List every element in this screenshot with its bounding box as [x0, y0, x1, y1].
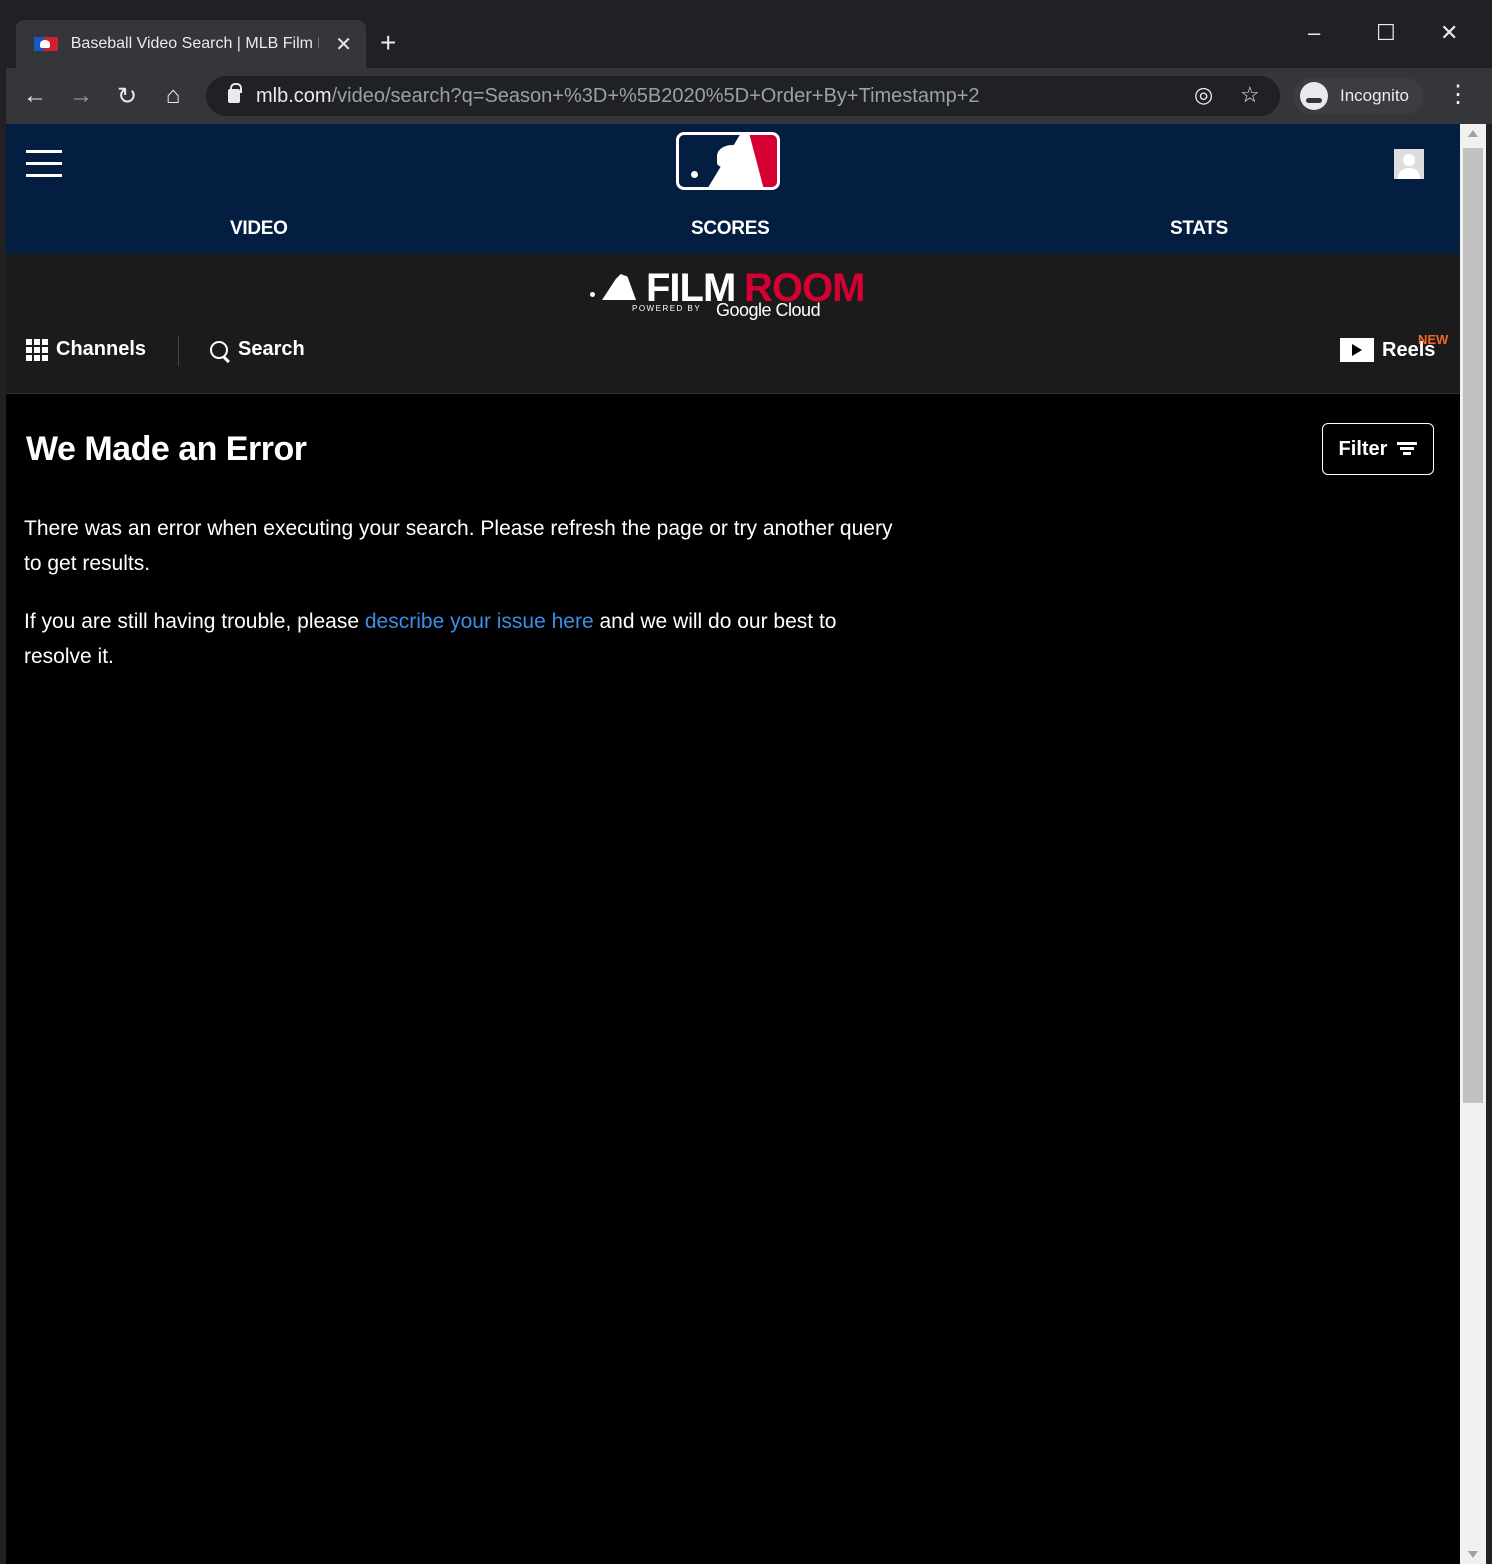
mlb-logo[interactable] — [676, 132, 780, 190]
close-icon[interactable]: ✕ — [1440, 20, 1458, 46]
subnav-divider — [178, 336, 179, 366]
address-bar[interactable]: mlb.com/video/search?q=Season+%3D+%5B202… — [206, 76, 1280, 116]
grid-icon — [26, 338, 48, 361]
film-room-bar: FILM ROOM POWERED BY Google Cloud — [6, 254, 1460, 394]
incognito-icon — [1300, 82, 1328, 110]
forward-arrow-icon[interactable]: → — [58, 82, 104, 110]
batter-icon — [602, 274, 636, 300]
scroll-up-icon[interactable] — [1468, 130, 1478, 137]
powered-by-label: POWERED BY — [632, 304, 702, 313]
incognito-label: Incognito — [1340, 86, 1409, 105]
channels-button[interactable]: Channels — [26, 338, 146, 361]
help-text-before: If you are still having trouble, please — [24, 610, 365, 633]
reels-icon — [1340, 338, 1374, 362]
new-badge: NEW — [1418, 332, 1449, 347]
home-icon[interactable]: ⌂ — [150, 82, 196, 110]
tab-title: Baseball Video Search | MLB Film Room — [70, 35, 319, 52]
mlb-header: VIDEO SCORES STATS — [6, 124, 1460, 254]
lock-icon[interactable] — [228, 83, 242, 103]
url-path: /video/search?q=Season+%3D+%5B2020%5D+Or… — [331, 84, 980, 107]
browser-tab[interactable]: Baseball Video Search | MLB Film Room ✕ — [16, 20, 366, 68]
film-room-logo[interactable]: FILM ROOM POWERED BY Google Cloud — [590, 264, 890, 324]
error-message: There was an error when executing your s… — [24, 517, 893, 575]
reload-icon[interactable]: ↻ — [104, 82, 150, 111]
eye-off-icon[interactable]: ◎ — [1194, 82, 1213, 108]
bookmark-star-icon[interactable]: ☆ — [1240, 82, 1260, 108]
nav-stats[interactable]: STATS — [1170, 218, 1228, 240]
describe-issue-link[interactable]: describe your issue here — [365, 610, 594, 633]
browser-window: Baseball Video Search | MLB Film Room ✕ … — [0, 0, 1492, 1564]
maximize-icon[interactable]: ☐ — [1376, 20, 1396, 46]
page-viewport: VIDEO SCORES STATS FILM ROOM POWERED BY … — [6, 124, 1460, 1564]
page-title: We Made an Error — [26, 430, 307, 468]
new-tab-button[interactable]: + — [380, 28, 396, 58]
minimize-icon[interactable]: – — [1308, 20, 1320, 46]
mlb-favicon-icon — [34, 37, 58, 51]
tab-strip: Baseball Video Search | MLB Film Room ✕ … — [6, 6, 1492, 68]
filter-button[interactable]: Filter — [1322, 423, 1434, 475]
nav-video[interactable]: VIDEO — [230, 218, 288, 240]
filter-label: Filter — [1338, 437, 1388, 460]
filter-icon — [1397, 442, 1418, 456]
search-icon — [210, 340, 228, 359]
tab-close-icon[interactable]: ✕ — [333, 32, 354, 57]
back-arrow-icon[interactable]: ← — [12, 82, 58, 110]
channels-label: Channels — [56, 338, 147, 360]
search-label: Search — [238, 338, 305, 360]
logo-dot — [590, 292, 595, 297]
incognito-indicator[interactable]: Incognito — [1294, 78, 1424, 114]
browser-menu-icon[interactable]: ⋮ — [1446, 80, 1470, 109]
page-scrollbar[interactable] — [1460, 124, 1486, 1564]
hamburger-menu-icon[interactable] — [26, 150, 62, 178]
nav-scores[interactable]: SCORES — [691, 218, 770, 240]
browser-toolbar: ← → ↻ ⌂ mlb.com/video/search?q=Season+%3… — [6, 68, 1492, 124]
scroll-thumb[interactable] — [1463, 148, 1483, 1103]
google-cloud-label: Google Cloud — [716, 300, 821, 320]
url-host: mlb.com — [256, 84, 332, 107]
user-avatar-icon[interactable] — [1394, 149, 1424, 179]
help-message: If you are still having trouble, please … — [24, 604, 904, 674]
search-button[interactable]: Search — [210, 338, 305, 361]
scroll-down-icon[interactable] — [1468, 1551, 1478, 1558]
